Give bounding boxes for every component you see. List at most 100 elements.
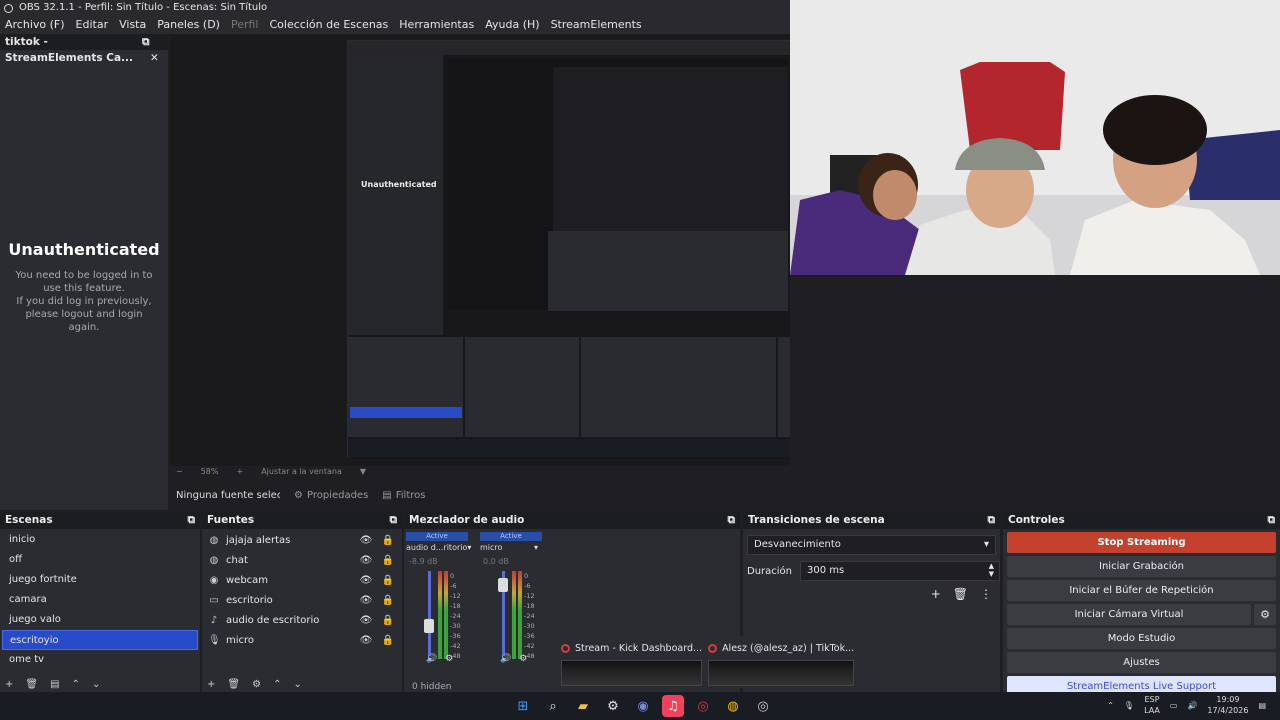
lock-icon[interactable]: 🔒 bbox=[380, 535, 396, 546]
scene-item[interactable]: juego valo bbox=[2, 610, 198, 630]
menu-streamelements[interactable]: StreamElements bbox=[551, 16, 642, 34]
clock[interactable]: 19:09 17/4/2026 bbox=[1207, 694, 1248, 716]
source-item[interactable]: ◍ jajaja alertas 👁 🔒 bbox=[202, 530, 402, 550]
speaker-icon[interactable]: 🔊 bbox=[500, 654, 511, 664]
eye-icon[interactable]: 👁 bbox=[358, 575, 374, 586]
channel-name[interactable]: audio d...ritorio ▾ bbox=[406, 543, 471, 552]
trash-icon[interactable]: 🗑 bbox=[953, 587, 968, 601]
taskbar-preview-card[interactable]: Alesz (@alesz_az) | TikTok... bbox=[708, 640, 855, 686]
filters-button[interactable]: ▤ Filtros bbox=[382, 490, 425, 501]
eye-icon[interactable]: 👁 bbox=[358, 635, 374, 646]
trash-icon[interactable]: 🗑 bbox=[25, 679, 38, 690]
eye-icon[interactable]: 👁 bbox=[358, 535, 374, 546]
scene-item[interactable]: ome tv bbox=[2, 650, 198, 670]
music-icon[interactable]: ♫ bbox=[662, 695, 684, 717]
menu-perfil[interactable]: Perfil bbox=[231, 16, 259, 34]
menu-vista[interactable]: Vista bbox=[119, 16, 146, 34]
lock-icon[interactable]: 🔒 bbox=[380, 635, 396, 646]
volume-slider[interactable] bbox=[428, 571, 431, 659]
chevron-up-icon[interactable]: ⌃ bbox=[1107, 701, 1114, 710]
zoom-in-button[interactable]: + bbox=[236, 466, 243, 478]
network-icon[interactable]: ▭ bbox=[1170, 701, 1178, 710]
settings-icon[interactable]: ⚙ bbox=[602, 695, 624, 717]
undock-icon[interactable]: ⧉ bbox=[1268, 512, 1276, 529]
search-icon[interactable]: ⌕ bbox=[542, 695, 564, 717]
trash-icon[interactable]: 🗑 bbox=[227, 679, 240, 690]
menu-archivo[interactable]: Archivo (F) bbox=[5, 16, 65, 34]
preview-canvas[interactable]: Unauthenticated bbox=[170, 34, 790, 466]
scene-item[interactable]: camara bbox=[2, 590, 198, 610]
undock-icon[interactable]: ⧉ bbox=[728, 512, 736, 529]
undock-icon[interactable]: ⧉ bbox=[188, 512, 196, 529]
mic-icon[interactable]: 🎙 bbox=[1124, 701, 1134, 710]
stop-streaming-button[interactable]: Stop Streaming bbox=[1007, 532, 1276, 553]
scene-item-selected[interactable]: escritoyio bbox=[2, 630, 198, 650]
add-icon[interactable]: + bbox=[5, 679, 13, 690]
properties-button[interactable]: ⚙ Propiedades bbox=[294, 490, 368, 501]
lock-icon[interactable]: 🔒 bbox=[380, 615, 396, 626]
undock-icon[interactable]: ⧉ bbox=[988, 512, 996, 529]
settings-button[interactable]: Ajustes bbox=[1007, 652, 1276, 673]
chevron-down-icon[interactable]: ⌄ bbox=[293, 679, 301, 690]
channel-name[interactable]: micro ▾ bbox=[480, 543, 542, 552]
studio-mode-button[interactable]: Modo Estudio bbox=[1007, 628, 1276, 649]
more-icon[interactable]: ⋮ bbox=[980, 587, 992, 601]
chevron-down-icon[interactable]: ▼ bbox=[360, 466, 366, 478]
transition-select[interactable]: Desvanecimiento ▾ bbox=[747, 535, 996, 555]
chevron-up-icon[interactable]: ⌃ bbox=[72, 679, 80, 690]
add-icon[interactable]: + bbox=[931, 587, 941, 601]
chevron-down-icon[interactable]: ▾ bbox=[467, 543, 471, 552]
notification-icon[interactable]: ▤ bbox=[1258, 701, 1266, 710]
chevron-up-icon[interactable]: ⌃ bbox=[273, 679, 281, 690]
source-item[interactable]: ◍ chat 👁 🔒 bbox=[202, 550, 402, 570]
replay-buffer-button[interactable]: Iniciar el Búfer de Repetición bbox=[1007, 580, 1276, 601]
add-icon[interactable]: + bbox=[207, 679, 215, 690]
stepper-icon[interactable]: ▲ ▼ bbox=[989, 562, 994, 580]
undock-icon[interactable]: ⧉ bbox=[390, 512, 398, 529]
close-icon[interactable]: ✕ bbox=[150, 52, 159, 64]
lock-icon[interactable]: 🔒 bbox=[380, 555, 396, 566]
start-recording-button[interactable]: Iniciar Grabación bbox=[1007, 556, 1276, 577]
scene-item[interactable]: off bbox=[2, 550, 198, 570]
duration-input[interactable]: 300 ms ▲ ▼ bbox=[800, 561, 1000, 581]
virtual-camera-button[interactable]: Iniciar Cámara Virtual bbox=[1007, 604, 1251, 625]
scene-item[interactable]: inicio bbox=[2, 530, 198, 550]
speaker-icon[interactable]: 🔊 bbox=[426, 654, 437, 664]
eye-icon[interactable]: 👁 bbox=[358, 595, 374, 606]
filter-icon[interactable]: ▤ bbox=[50, 679, 59, 690]
menu-editar[interactable]: Editar bbox=[76, 16, 109, 34]
zoom-out-button[interactable]: − bbox=[176, 466, 183, 478]
gear-icon[interactable]: ⚙ bbox=[252, 679, 261, 690]
volume-knob[interactable] bbox=[424, 619, 434, 633]
folder-icon[interactable]: ▰ bbox=[572, 695, 594, 717]
lock-icon[interactable]: 🔒 bbox=[380, 575, 396, 586]
fit-window-label[interactable]: Ajustar a la ventana bbox=[261, 466, 342, 478]
obs-recording-icon[interactable]: ◎ bbox=[752, 695, 774, 717]
source-item[interactable]: ▭ escritorio 👁 🔒 bbox=[202, 590, 402, 610]
language-indicator[interactable]: ESP LAA bbox=[1144, 694, 1160, 716]
obs-icon[interactable]: ◎ bbox=[692, 695, 714, 717]
scene-item[interactable]: juego fortnite bbox=[2, 570, 198, 590]
windows-start-icon[interactable]: ⊞ bbox=[512, 695, 534, 717]
chrome-icon[interactable]: ◍ bbox=[722, 695, 744, 717]
menu-herramientas[interactable]: Herramientas bbox=[399, 16, 474, 34]
menu-ayuda[interactable]: Ayuda (H) bbox=[485, 16, 539, 34]
settings-icon[interactable]: ⚙ bbox=[445, 654, 453, 664]
lock-icon[interactable]: 🔒 bbox=[380, 595, 396, 606]
settings-icon[interactable]: ⚙ bbox=[519, 654, 527, 664]
gear-icon[interactable]: ⚙ bbox=[1254, 604, 1276, 625]
source-item[interactable]: 🎙 micro 👁 🔒 bbox=[202, 630, 402, 650]
volume-knob[interactable] bbox=[498, 578, 508, 592]
eye-icon[interactable]: 👁 bbox=[358, 555, 374, 566]
chevron-down-icon[interactable]: ⌄ bbox=[92, 679, 100, 690]
chevron-down-icon[interactable]: ▾ bbox=[534, 543, 538, 552]
volume-icon[interactable]: 🔊 bbox=[1187, 701, 1197, 710]
source-item[interactable]: ♪ audio de escritorio 👁 🔒 bbox=[202, 610, 402, 630]
eye-icon[interactable]: 👁 bbox=[358, 615, 374, 626]
source-item[interactable]: ◉ webcam 👁 🔒 bbox=[202, 570, 402, 590]
taskbar-preview-card[interactable]: Stream - Kick Dashboard... bbox=[561, 640, 703, 686]
discord-icon[interactable]: ◉ bbox=[632, 695, 654, 717]
menu-paneles[interactable]: Paneles (D) bbox=[157, 16, 220, 34]
menu-coleccion-escenas[interactable]: Colección de Escenas bbox=[270, 16, 389, 34]
float-icon[interactable]: ⧉ bbox=[142, 36, 150, 48]
